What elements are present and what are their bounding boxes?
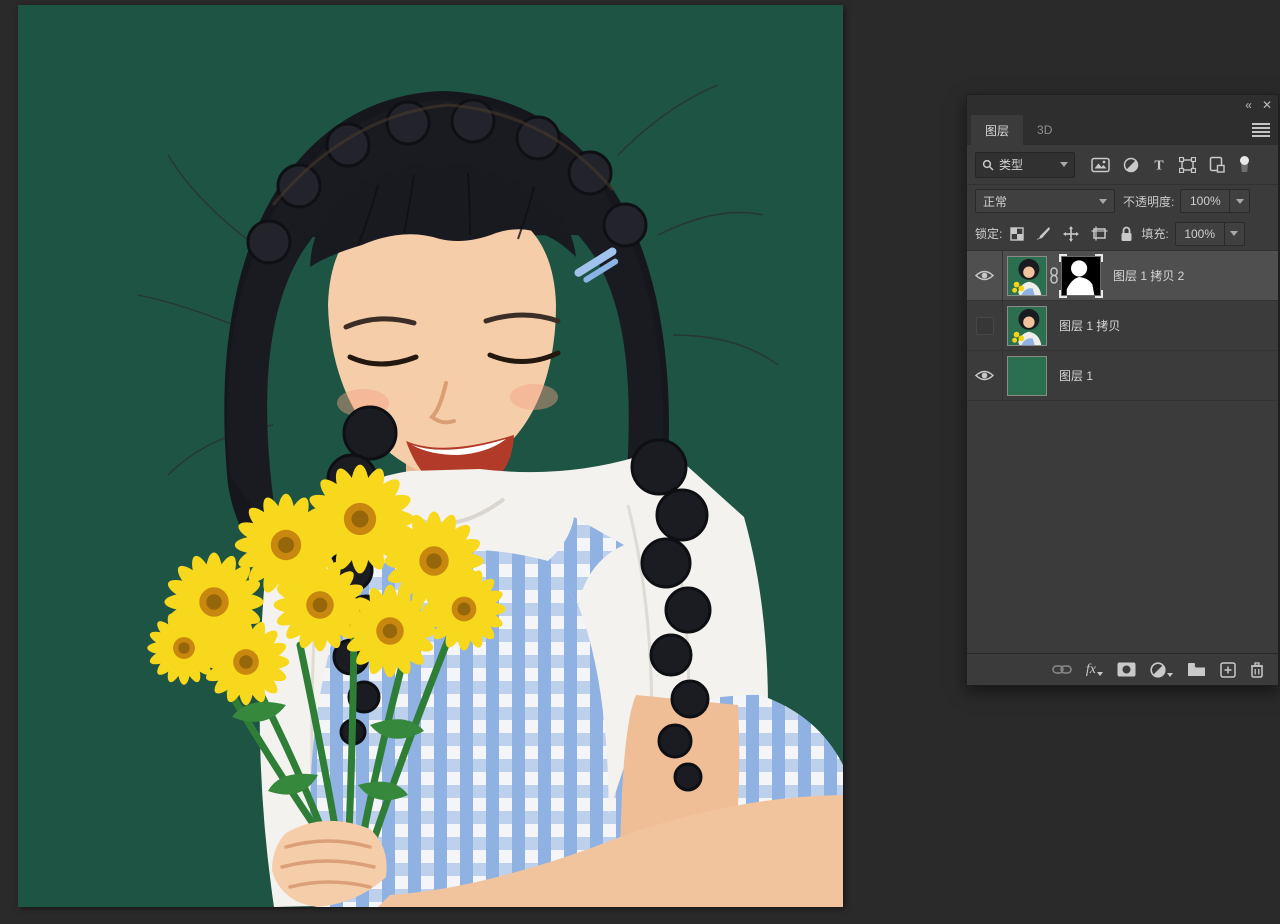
lock-all-icon[interactable] [1120,226,1133,242]
filter-kind-select[interactable]: 类型 [975,152,1075,178]
new-adjustment-layer-icon[interactable] [1150,662,1173,678]
layer-style-fx-icon[interactable]: fx [1086,663,1103,677]
chevron-down-icon [1099,199,1107,204]
layer-row-2[interactable]: 图层 1 拷贝 [967,301,1278,351]
opacity-value: 100% [1190,194,1221,208]
layer-row-3[interactable]: 图层 1 [967,351,1278,401]
type-layer-filter-icon[interactable]: T [1152,157,1166,172]
layer-thumbnail[interactable] [1007,306,1047,346]
panel-tab-bar: 图层 3D [967,115,1278,145]
visibility-toggle[interactable] [967,351,1003,400]
lock-row: 锁定: [967,217,1278,251]
opacity-dropdown-button[interactable] [1230,189,1250,213]
panel-menu-icon[interactable] [1252,123,1270,137]
filter-type-buttons: T [1091,155,1251,174]
visibility-toggle[interactable] [967,251,1003,300]
layers-panel: « ✕ 图层 3D 类型 [966,94,1279,686]
new-group-icon[interactable] [1187,662,1206,677]
layers-panel-header: « ✕ [967,95,1278,115]
fx-label: fx [1086,663,1096,677]
mask-selected-corner [1059,254,1067,262]
lock-buttons [1010,226,1133,242]
opacity-input[interactable]: 100% [1180,189,1230,213]
search-icon [982,159,994,171]
blend-mode-row: 正常 不透明度: 100% [967,185,1278,217]
lock-artboard-icon[interactable] [1091,226,1108,241]
layer-thumbnail[interactable] [1007,356,1047,396]
layer-name[interactable]: 图层 1 [1059,367,1093,384]
link-layers-icon[interactable] [1052,664,1072,675]
tab-3d[interactable]: 3D [1023,115,1066,145]
chevron-down-icon [1230,231,1238,236]
fill-dropdown-button[interactable] [1225,222,1245,246]
tab-layers[interactable]: 图层 [971,115,1023,145]
blend-mode-value: 正常 [983,193,1099,210]
chevron-down-icon [1236,199,1244,204]
layer-row-1[interactable]: 图层 1 拷贝 2 [967,251,1278,301]
fill-input[interactable]: 100% [1175,222,1225,246]
canvas-photo-girl-with-flowers [18,5,843,907]
layer-name[interactable]: 图层 1 拷贝 2 [1113,267,1184,284]
collapse-panel-icon[interactable]: « [1245,99,1252,111]
layer-filter-row: 类型 T [967,145,1278,185]
eye-icon [975,369,994,382]
blend-mode-select[interactable]: 正常 [975,189,1115,213]
lock-position-icon[interactable] [1063,226,1079,242]
smart-object-filter-icon[interactable] [1209,156,1225,173]
fill-value: 100% [1184,227,1215,241]
lock-transparent-pixels-icon[interactable] [1010,227,1024,241]
chevron-down-icon [1097,672,1103,676]
close-panel-icon[interactable]: ✕ [1262,99,1272,111]
adjustment-layer-filter-icon[interactable] [1123,157,1139,173]
mask-selected-corner [1095,290,1103,298]
shape-layer-filter-icon[interactable] [1179,157,1196,173]
lock-image-pixels-icon[interactable] [1036,226,1051,241]
pixel-layer-filter-icon[interactable] [1091,157,1110,173]
eye-hidden-well [976,317,994,335]
chevron-down-icon [1060,162,1068,167]
svg-text:T: T [1154,159,1164,173]
layer-list: 图层 1 拷贝 2 图层 1 拷贝 [967,251,1278,401]
eye-icon [975,269,994,282]
layer-name[interactable]: 图层 1 拷贝 [1059,317,1120,334]
opacity-label: 不透明度: [1123,193,1174,210]
chevron-down-icon [1167,673,1173,677]
layers-panel-footer: fx [967,653,1278,685]
filter-toggle[interactable] [1238,155,1251,174]
visibility-toggle[interactable] [967,301,1003,350]
lock-label: 锁定: [975,225,1002,242]
layer-thumbnail[interactable] [1007,256,1047,296]
fill-label: 填充: [1141,225,1168,242]
layer-mask-thumbnail[interactable] [1061,256,1101,296]
add-layer-mask-icon[interactable] [1117,662,1136,677]
new-layer-icon[interactable] [1220,662,1236,678]
delete-layer-icon[interactable] [1250,662,1264,678]
filter-kind-label: 类型 [999,156,1055,173]
mask-selected-corner [1059,290,1067,298]
mask-link-icon[interactable] [1049,267,1059,284]
document-canvas[interactable] [18,5,843,907]
mask-selected-corner [1095,254,1103,262]
